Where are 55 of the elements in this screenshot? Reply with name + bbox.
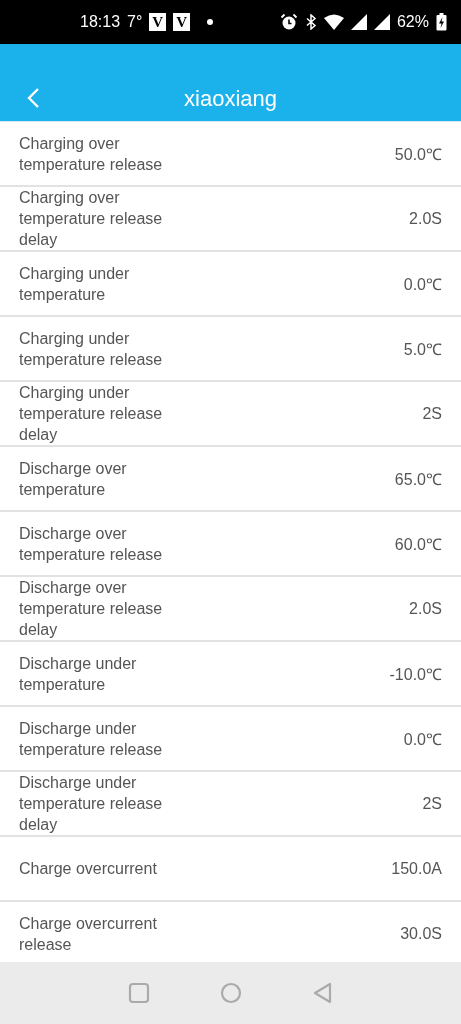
setting-label: Discharge over temperature release [19,523,164,565]
battery-charging-icon [436,13,447,31]
setting-label: Discharge under temperature [19,653,138,695]
weather-temperature: 7° [127,13,143,31]
clock: 18:13 [80,13,121,31]
setting-row[interactable]: Discharge over temperature release 60.0℃ [0,512,461,577]
header-title: xiaoxiang [184,85,277,113]
setting-label: Discharge over temperature release delay [19,578,164,640]
setting-row[interactable]: Discharge over temperature release delay 2.0S [0,577,461,642]
wifi-icon [323,14,344,30]
recents-icon[interactable] [127,982,150,1004]
setting-label: Charging under temperature release [19,328,164,370]
setting-value: 5.0℃ [403,339,442,360]
back-icon[interactable] [311,982,334,1004]
setting-row[interactable]: Charging over temperature release 50.0℃ [0,122,461,187]
setting-value: 2.0S [409,599,442,618]
signal-icon [350,14,367,30]
setting-label: Charge overcurrent release [19,913,158,955]
setting-row[interactable]: Charge overcurrent 150.0A [0,837,461,902]
setting-row[interactable]: Discharge under temperature release delay 2S [0,772,461,837]
setting-value: -10.0℃ [389,664,442,685]
setting-value: 60.0℃ [394,534,442,555]
setting-label: Charging under temperature [19,263,131,305]
signal-icon [373,14,390,30]
alarm-icon [279,13,298,31]
setting-row[interactable]: Discharge under temperature release 0.0℃ [0,707,461,772]
setting-value: 65.0℃ [394,469,442,490]
setting-label: Discharge under temperature release [19,718,164,760]
setting-value: 0.0℃ [403,729,442,750]
setting-row[interactable]: Charging over temperature release delay 2.0S [0,187,461,252]
setting-label: Discharge under temperature release delay [19,773,164,835]
setting-value: 2S [422,404,442,423]
setting-row[interactable]: Discharge under temperature -10.0℃ [0,642,461,707]
setting-label: Charging under temperature release delay [19,383,164,445]
battery-percent: 62% [396,13,429,31]
setting-value: 2S [422,794,442,813]
setting-label: Charging over temperature release delay [19,188,164,250]
notification-badge: V [149,13,167,31]
setting-value: 50.0℃ [394,144,442,165]
setting-row[interactable]: Discharge over temperature 65.0℃ [0,447,461,512]
home-icon[interactable] [219,982,242,1004]
setting-label: Discharge over temperature [19,458,128,500]
notification-badge: V [173,13,191,31]
setting-value: 30.0S [400,924,442,943]
setting-row[interactable]: Charging under temperature release 5.0℃ [0,317,461,382]
setting-label: Charge overcurrent [19,859,158,879]
setting-value: 150.0A [391,859,442,878]
setting-value: 0.0℃ [403,274,442,295]
dot-icon [207,19,214,25]
back-chevron-icon [26,87,40,109]
bluetooth-icon [304,14,317,30]
setting-label: Charging over temperature release [19,133,164,175]
setting-value: 2.0S [409,209,442,228]
setting-row[interactable]: Charging under temperature 0.0℃ [0,252,461,317]
setting-row[interactable]: Charging under temperature release delay 2S [0,382,461,447]
